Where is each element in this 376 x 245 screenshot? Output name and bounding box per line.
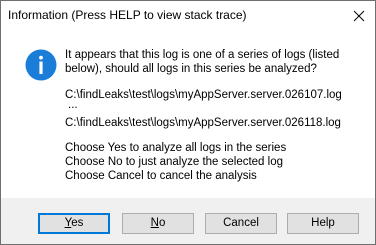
choice-no-text: Choose No to just analyze the selected l…	[65, 156, 283, 168]
cancel-button[interactable]: Cancel	[205, 213, 277, 234]
title-bar[interactable]: Information (Press HELP to view stack tr…	[1, 1, 375, 31]
window-title: Information (Press HELP to view stack tr…	[8, 8, 247, 22]
message-area: It appears that this log is one of a ser…	[1, 31, 375, 198]
message-line-2: below), should all logs in this series b…	[65, 63, 317, 75]
choice-cancel-text: Choose Cancel to cancel the analysis	[65, 170, 257, 182]
close-icon	[353, 10, 365, 22]
choice-yes-text: Choose Yes to analyze all logs in the se…	[65, 142, 287, 154]
no-button[interactable]: No	[122, 213, 194, 234]
help-button[interactable]: Help	[287, 213, 359, 234]
log-ellipsis: ...	[68, 99, 78, 111]
information-icon	[25, 49, 57, 81]
message-line-1: It appears that this log is one of a ser…	[65, 49, 340, 61]
log-path-first: C:\findLeaks\test\logs\myAppServer.serve…	[65, 89, 342, 101]
close-button[interactable]	[349, 6, 369, 26]
yes-button[interactable]: Yes	[38, 213, 110, 234]
dialog-window: Information (Press HELP to view stack tr…	[0, 0, 376, 245]
log-path-last: C:\findLeaks\test\logs\myAppServer.serve…	[65, 117, 341, 129]
button-bar: Yes No Cancel Help	[1, 198, 375, 244]
